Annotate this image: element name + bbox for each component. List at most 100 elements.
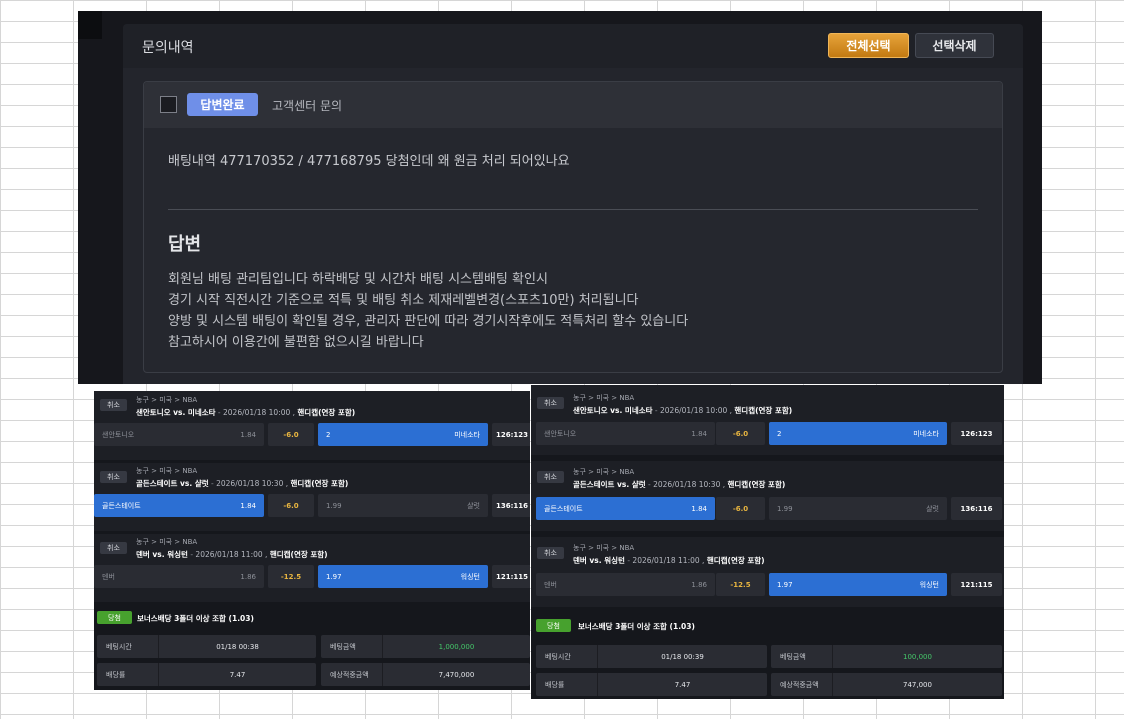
away-team: 샬럿 <box>926 504 939 513</box>
match-date: 2026/01/18 10:00 , <box>223 408 296 417</box>
answer-line: 회원님 배팅 관리팀입니다 하락배당 및 시간차 배팅 시스템배팅 확인시 <box>168 272 548 287</box>
away-team: 미네소타 <box>454 430 480 439</box>
odds-box: 배당률 7.47 <box>97 663 316 686</box>
bet-time-label: 베팅시간 <box>97 635 159 658</box>
cancel-button[interactable]: 취소 <box>537 471 564 483</box>
final-score: 121:115 <box>492 565 530 588</box>
game-row: 취소 농구 > 미국 > NBA 샌안토니오 vs. 미네소타 - 2026/0… <box>531 385 1004 455</box>
match-date: 2026/01/18 10:30 , <box>216 479 289 488</box>
final-score: 126:123 <box>492 423 530 446</box>
home-odds: 1.84 <box>691 504 707 513</box>
match-teams: 골든스테이트 vs. 샬럿 <box>573 480 646 489</box>
select-all-button[interactable]: 전체선택 <box>828 33 909 58</box>
match-date: 2026/01/18 11:00 , <box>195 550 268 559</box>
cancel-button[interactable]: 취소 <box>537 397 564 409</box>
cancel-button[interactable]: 취소 <box>100 471 127 483</box>
win-badge: 당첨 <box>97 611 132 624</box>
page-title: 문의내역 <box>142 40 194 56</box>
inquiry-checkbox[interactable] <box>160 96 177 113</box>
home-option[interactable]: 샌안토니오 1.84 <box>94 423 264 446</box>
game-row: 취소 농구 > 미국 > NBA 덴버 vs. 워싱턴 - 2026/01/18… <box>531 537 1004 607</box>
final-score: 126:123 <box>951 422 1002 445</box>
answer-heading: 답변 <box>168 234 202 255</box>
expected-win-value: 7,470,000 <box>438 670 475 679</box>
bet-slip-left: 취소 농구 > 미국 > NBA 샌안토니오 vs. 미네소타 - 2026/0… <box>94 391 530 690</box>
answer-line: 경기 시작 직전시간 기준으로 적특 및 배팅 취소 제재레벨변경(스포츠10만… <box>168 293 639 308</box>
inquiry-category: 고객센터 문의 <box>272 99 343 113</box>
away-team: 미네소타 <box>913 429 939 438</box>
home-team: 샌안토니오 <box>102 430 135 439</box>
answer-line: 참고하시어 이용간에 불편함 없으시길 바랍니다 <box>168 335 424 350</box>
match-separator: - <box>645 480 654 489</box>
bonus-text: 보너스배당 3폴더 이상 조합 (1.03) <box>578 622 695 631</box>
home-team: 덴버 <box>544 580 557 589</box>
home-option[interactable]: 골든스테이트 1.84 <box>94 494 264 517</box>
expected-win-box: 예상적중금액 747,000 <box>771 673 1002 696</box>
home-odds: 1.84 <box>240 501 256 510</box>
league-path: 농구 > 미국 > NBA <box>573 544 635 552</box>
match-teams: 덴버 vs. 워싱턴 <box>136 550 188 559</box>
away-team: 워싱턴 <box>460 572 480 581</box>
away-option[interactable]: 1.97 워싱턴 <box>318 565 488 588</box>
league-path: 농구 > 미국 > NBA <box>136 538 198 546</box>
bet-time-box: 베팅시간 01/18 00:39 <box>536 645 767 668</box>
away-team: 워싱턴 <box>919 580 939 589</box>
match-teams: 덴버 vs. 워싱턴 <box>573 556 625 565</box>
away-team: 샬럿 <box>467 501 480 510</box>
bet-slip-right: 취소 농구 > 미국 > NBA 샌안토니오 vs. 미네소타 - 2026/0… <box>531 385 1004 699</box>
game-row: 취소 농구 > 미국 > NBA 골든스테이트 vs. 샬럿 - 2026/01… <box>94 463 530 531</box>
match-date: 2026/01/18 11:00 , <box>632 556 705 565</box>
market-type: 핸디캡(연장 포함) <box>297 408 356 417</box>
inquiry-card-header: 답변완료 고객센터 문의 <box>144 82 1002 128</box>
inquiry-card: 답변완료 고객센터 문의 배팅내역 477170352 / 477168795 … <box>143 81 1003 373</box>
final-score: 136:116 <box>951 497 1002 520</box>
status-badge: 답변완료 <box>187 93 258 116</box>
away-option[interactable]: 1.99 샬럿 <box>318 494 488 517</box>
handicap-line: -12.5 <box>716 573 765 596</box>
away-option[interactable]: 2 미네소타 <box>318 423 488 446</box>
odds-box: 배당률 7.47 <box>536 673 767 696</box>
home-option[interactable]: 샌안토니오 1.84 <box>536 422 715 445</box>
bonus-text: 보너스배당 3폴더 이상 조합 (1.03) <box>137 614 254 623</box>
match-info: 샌안토니오 vs. 미네소타 - 2026/01/18 10:00 , 핸디캡(… <box>573 405 792 416</box>
market-type: 핸디캡(연장 포함) <box>290 479 349 488</box>
match-info: 골든스테이트 vs. 샬럿 - 2026/01/18 10:30 , 핸디캡(연… <box>136 478 348 489</box>
bet-time-value: 01/18 00:39 <box>661 652 704 661</box>
league-path: 농구 > 미국 > NBA <box>136 467 198 475</box>
final-score: 136:116 <box>492 494 530 517</box>
home-option[interactable]: 골든스테이트 1.84 <box>536 497 715 520</box>
odds-label: 배당률 <box>536 673 598 696</box>
match-info: 덴버 vs. 워싱턴 - 2026/01/18 11:00 , 핸디캡(연장 포… <box>136 549 328 560</box>
cancel-button[interactable]: 취소 <box>100 542 127 554</box>
bet-amount-label: 베팅금액 <box>321 635 383 658</box>
away-option[interactable]: 1.99 샬럿 <box>769 497 947 520</box>
final-score: 121:115 <box>951 573 1002 596</box>
market-type: 핸디캡(연장 포함) <box>706 556 765 565</box>
home-team: 골든스테이트 <box>544 504 583 513</box>
market-type: 핸디캡(연장 포함) <box>734 406 793 415</box>
match-info: 샌안토니오 vs. 미네소타 - 2026/01/18 10:00 , 핸디캡(… <box>136 407 355 418</box>
expected-win-value: 747,000 <box>903 680 932 689</box>
home-option[interactable]: 덴버 1.86 <box>536 573 715 596</box>
bet-amount-label: 베팅금액 <box>771 645 833 668</box>
odds-value: 7.47 <box>674 680 691 689</box>
home-odds: 1.84 <box>240 430 256 439</box>
handicap-line: -6.0 <box>268 494 314 517</box>
away-option[interactable]: 1.97 워싱턴 <box>769 573 947 596</box>
league-path: 농구 > 미국 > NBA <box>573 394 635 402</box>
delete-selected-button[interactable]: 선택삭제 <box>915 33 994 58</box>
away-odds: 1.97 <box>777 580 793 589</box>
handicap-line: -6.0 <box>716 497 765 520</box>
cancel-button[interactable]: 취소 <box>100 399 127 411</box>
expected-win-label: 예상적중금액 <box>771 673 833 696</box>
match-separator: - <box>215 408 224 417</box>
handicap-line: -6.0 <box>268 423 314 446</box>
away-option[interactable]: 2 미네소타 <box>769 422 947 445</box>
bet-amount-box: 베팅금액 100,000 <box>771 645 1002 668</box>
cancel-button[interactable]: 취소 <box>537 547 564 559</box>
league-path: 농구 > 미국 > NBA <box>573 468 635 476</box>
away-odds: 2 <box>326 430 331 439</box>
game-row: 취소 농구 > 미국 > NBA 샌안토니오 vs. 미네소타 - 2026/0… <box>94 391 530 460</box>
market-type: 핸디캡(연장 포함) <box>727 480 786 489</box>
home-option[interactable]: 덴버 1.86 <box>94 565 264 588</box>
